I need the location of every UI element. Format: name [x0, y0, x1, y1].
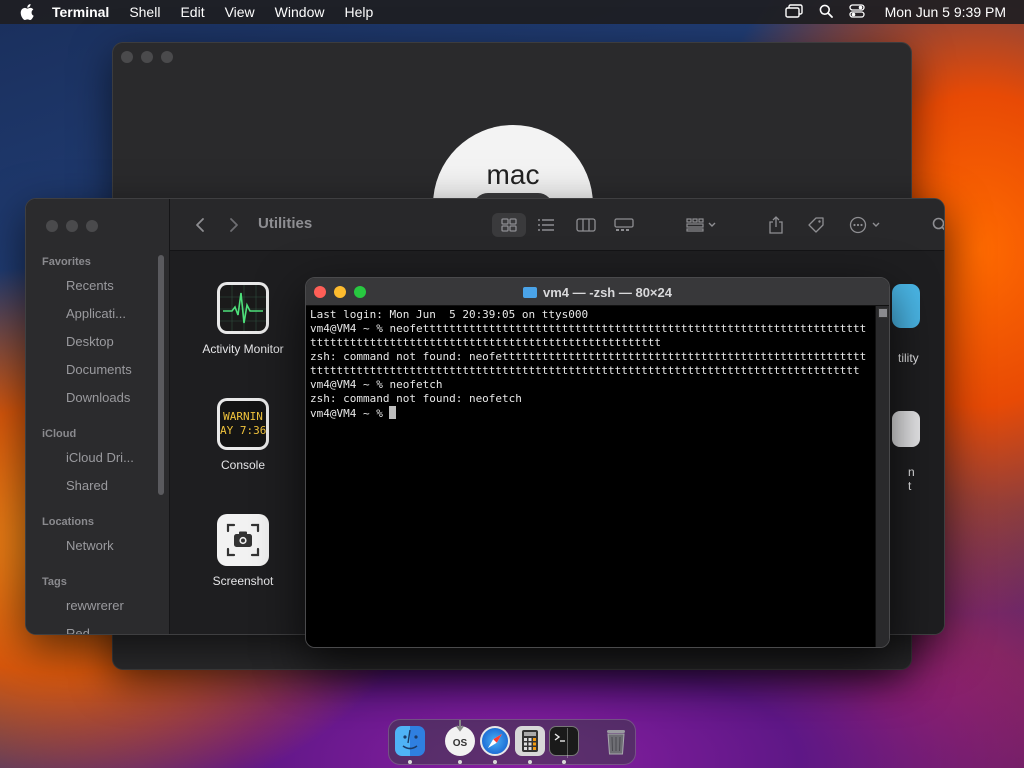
app-label: Console: [220, 458, 266, 472]
console-icon: WARNIN AY 7:36: [217, 398, 269, 450]
about-window-controls: [121, 51, 173, 63]
terminal-scrollbar[interactable]: [875, 306, 889, 647]
console-icon-text: AY 7:36: [220, 424, 266, 437]
menu-window[interactable]: Window: [275, 4, 325, 20]
icon-view-icon[interactable]: [492, 213, 526, 237]
terminal-line: Last login: Mon Jun 5 20:39:05 on ttys00…: [310, 308, 589, 321]
sidebar-item-documents[interactable]: Documents: [66, 362, 132, 377]
app-label: Activity Monitor: [202, 342, 284, 356]
menu-shell[interactable]: Shell: [129, 4, 160, 20]
app-label-partial: n: [908, 465, 915, 479]
dock-separator: [567, 728, 568, 758]
app-activity-monitor[interactable]: Activity Monitor: [183, 282, 303, 356]
terminal-line: zsh: command not found: neofetch: [310, 392, 522, 405]
sidebar-item-applications[interactable]: Applicati...: [66, 306, 126, 321]
sidebar-section-locations: Locations: [42, 516, 94, 528]
group-by-icon[interactable]: [682, 213, 722, 237]
terminal-screen[interactable]: Last login: Mon Jun 5 20:39:05 on ttys00…: [306, 306, 875, 647]
menu-bar: Terminal Shell Edit View Window Help Mon…: [0, 0, 1024, 24]
running-indicator: [493, 760, 497, 764]
menu-view[interactable]: View: [225, 4, 255, 20]
screenshot-icon: [217, 514, 269, 566]
app-icon-partial[interactable]: [892, 284, 920, 328]
column-view-icon[interactable]: [572, 213, 600, 237]
share-icon[interactable]: [762, 213, 790, 237]
app-label: Screenshot: [212, 574, 274, 588]
sidebar-item-network[interactable]: Network: [66, 538, 114, 553]
app-screenshot[interactable]: Screenshot: [183, 514, 303, 588]
terminal-line: vm4@VM4 ~ % neofettttttttttttttttttttttt…: [310, 322, 867, 335]
app-console[interactable]: WARNIN AY 7:36 Console: [183, 398, 303, 472]
close-button[interactable]: [121, 51, 133, 63]
sidebar-item-recents[interactable]: Recents: [66, 278, 114, 293]
running-indicator: [458, 760, 462, 764]
finder-icon[interactable]: [395, 726, 425, 756]
forward-chevron-icon[interactable]: [220, 213, 248, 237]
menu-help[interactable]: Help: [344, 4, 373, 20]
terminal-prompt-line: vm4@VM4 ~ %: [310, 406, 871, 420]
dock: OS: [388, 719, 636, 765]
sidebar-item-tag-red[interactable]: Red: [66, 626, 90, 634]
search-icon[interactable]: [926, 213, 944, 237]
back-chevron-icon[interactable]: [186, 213, 214, 237]
sidebar-scrollbar[interactable]: [158, 255, 164, 495]
sidebar-item-desktop[interactable]: Desktop: [66, 334, 114, 349]
finder-sidebar: Favorites Recents Applicati... Desktop D…: [26, 199, 170, 634]
sidebar-item-tag-rewwrerer[interactable]: rewwrerer: [66, 598, 124, 613]
finder-toolbar: Utilities: [170, 199, 944, 251]
zoom-button[interactable]: [86, 220, 98, 232]
terminal-line: zsh: command not found: neofettttttttttt…: [310, 350, 867, 363]
terminal-title: vm4 — -zsh — 80×24: [306, 285, 889, 300]
safari-icon[interactable]: [480, 726, 510, 756]
macos-installer-icon[interactable]: OS: [445, 720, 475, 756]
folder-icon: [523, 287, 537, 298]
minimize-button[interactable]: [141, 51, 153, 63]
console-icon-text: WARNIN: [223, 410, 263, 423]
list-view-icon[interactable]: [532, 213, 560, 237]
menu-app-name[interactable]: Terminal: [52, 4, 109, 20]
macos-logo-text: mac: [486, 159, 540, 190]
finder-window-title: Utilities: [258, 215, 313, 232]
finder-window-controls: [46, 220, 98, 232]
sidebar-section-icloud: iCloud: [42, 428, 77, 440]
app-label-partial: tility: [898, 351, 919, 365]
running-indicator: [562, 760, 566, 764]
more-actions-icon[interactable]: [846, 213, 886, 237]
menu-edit[interactable]: Edit: [180, 4, 204, 20]
installer-icon-text: OS: [452, 738, 468, 749]
calculator-icon[interactable]: [515, 726, 545, 756]
terminal-titlebar[interactable]: vm4 — -zsh — 80×24: [306, 278, 889, 306]
terminal-prompt: vm4@VM4 ~ %: [310, 407, 390, 420]
terminal-line: vm4@VM4 ~ % neofetch: [310, 378, 443, 391]
running-indicator: [408, 760, 412, 764]
terminal-cursor: [389, 406, 397, 419]
terminal-icon[interactable]: [549, 726, 579, 756]
spotlight-search-icon[interactable]: [819, 4, 833, 21]
running-indicator: [528, 760, 532, 764]
apple-menu-icon[interactable]: [16, 4, 38, 20]
sidebar-section-tags: Tags: [42, 576, 67, 588]
trash-icon[interactable]: [601, 726, 631, 756]
control-center-icon[interactable]: [848, 3, 865, 21]
sidebar-section-favorites: Favorites: [42, 256, 91, 268]
sidebar-item-icloud-drive[interactable]: iCloud Dri...: [66, 450, 134, 465]
menu-clock[interactable]: Mon Jun 5 9:39 PM: [885, 4, 1006, 20]
app-icon-partial[interactable]: [892, 411, 920, 447]
terminal-line: tttttttttttttttttttttttttttttttttttttttt…: [310, 336, 661, 349]
close-button[interactable]: [46, 220, 58, 232]
terminal-line: tttttttttttttttttttttttttttttttttttttttt…: [310, 364, 860, 377]
sidebar-item-downloads[interactable]: Downloads: [66, 390, 130, 405]
scrollbar-button[interactable]: [878, 308, 888, 318]
screen-mirroring-icon[interactable]: [784, 3, 803, 21]
minimize-button[interactable]: [66, 220, 78, 232]
app-label-partial: t: [908, 479, 912, 493]
sidebar-item-shared[interactable]: Shared: [66, 478, 108, 493]
zoom-button[interactable]: [161, 51, 173, 63]
tag-icon[interactable]: [802, 213, 830, 237]
terminal-window[interactable]: vm4 — -zsh — 80×24 Last login: Mon Jun 5…: [305, 277, 890, 648]
terminal-title-text: vm4 — -zsh — 80×24: [543, 285, 672, 300]
activity-monitor-icon: [217, 282, 269, 334]
gallery-view-icon[interactable]: [610, 213, 638, 237]
